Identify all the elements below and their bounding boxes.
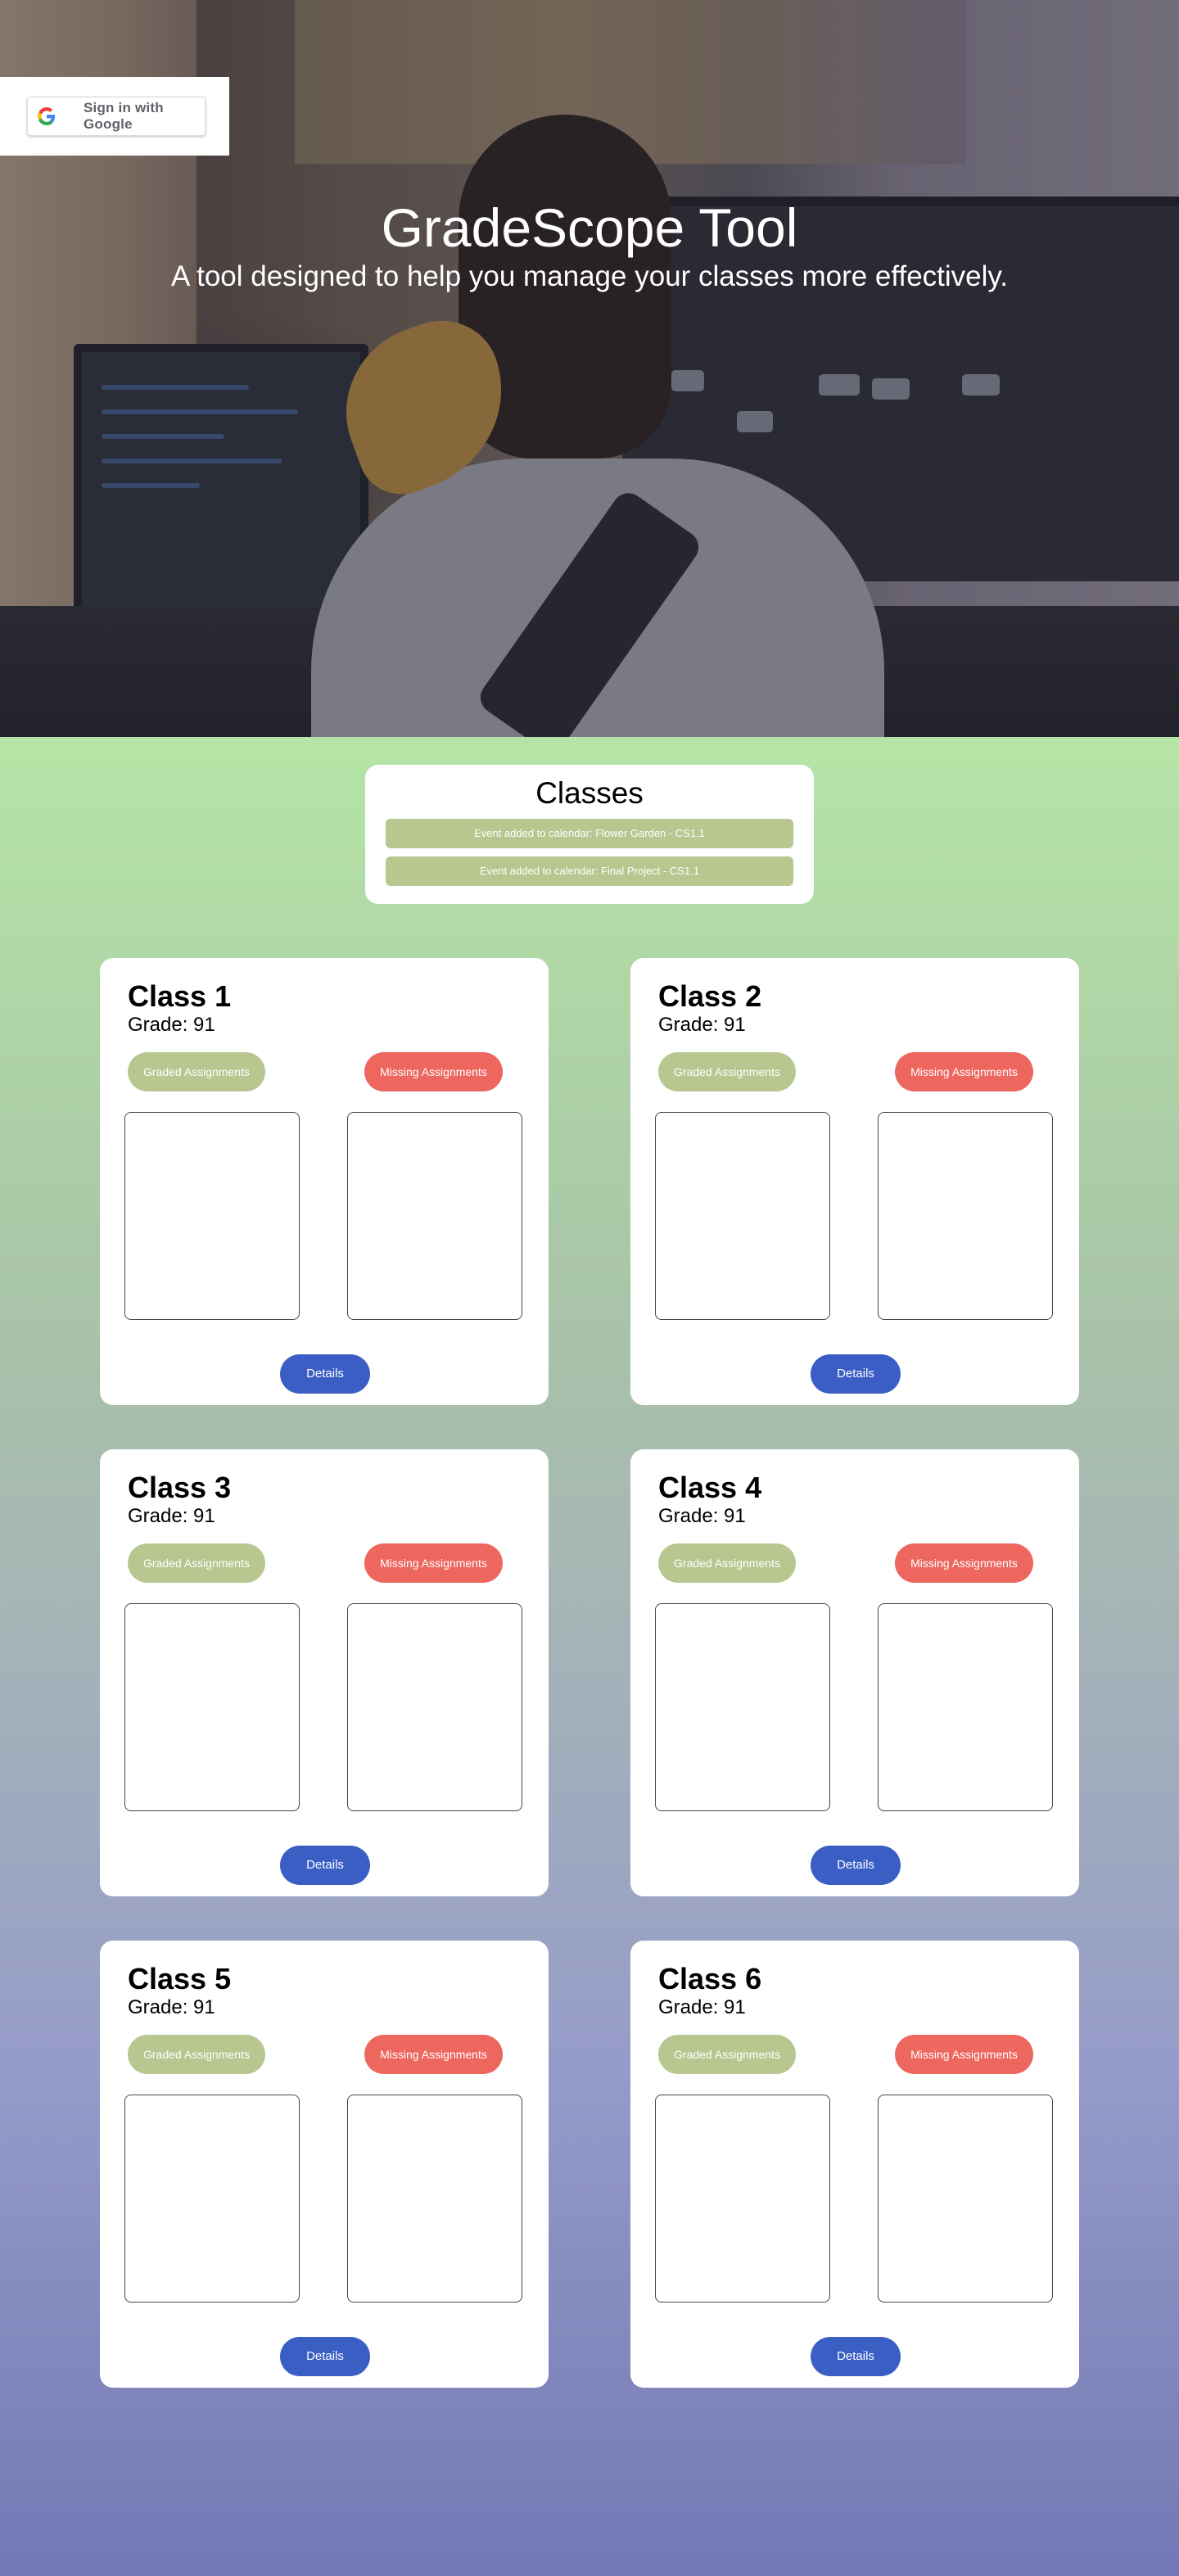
hero-subtitle: A tool designed to help you manage your …: [170, 260, 1009, 292]
google-signin-label: Sign in with Google: [84, 100, 164, 132]
missing-assignments-list: [878, 1603, 1053, 1811]
details-button[interactable]: Details: [811, 1354, 901, 1394]
missing-assignments-button[interactable]: Missing Assignments: [364, 1543, 503, 1583]
graded-assignments-button[interactable]: Graded Assignments: [658, 1543, 796, 1583]
graded-assignments-button[interactable]: Graded Assignments: [128, 1052, 265, 1091]
missing-assignments-list: [347, 2095, 522, 2303]
class-title: Class 2: [658, 979, 762, 1013]
graded-assignments-button[interactable]: Graded Assignments: [128, 1543, 265, 1583]
details-button[interactable]: Details: [811, 1846, 901, 1885]
class-card: Class 5 Grade: 91 Graded Assignments Mis…: [100, 1941, 549, 2388]
graded-assignments-list: [124, 1603, 300, 1811]
main-section: Classes Event added to calendar: Flower …: [0, 737, 1179, 2576]
google-signin-button[interactable]: Sign in with Google: [27, 97, 206, 136]
classes-title: Classes: [535, 776, 644, 810]
graded-assignments-list: [655, 1603, 830, 1811]
details-button[interactable]: Details: [280, 1354, 370, 1394]
classes-panel: Classes Event added to calendar: Flower …: [365, 765, 814, 904]
hero-title: GradeScope Tool: [381, 197, 798, 258]
class-card: Class 4 Grade: 91 Graded Assignments Mis…: [630, 1449, 1079, 1896]
event-notification: Event added to calendar: Flower Garden -…: [386, 819, 793, 848]
class-card: Class 6 Grade: 91 Graded Assignments Mis…: [630, 1941, 1079, 2388]
details-button[interactable]: Details: [811, 2337, 901, 2376]
class-grade: Grade: 91: [658, 1996, 746, 2018]
class-title: Class 6: [658, 1962, 762, 1995]
details-button[interactable]: Details: [280, 2337, 370, 2376]
class-grade: Grade: 91: [658, 1014, 746, 1036]
graded-assignments-list: [655, 1112, 830, 1320]
class-grade: Grade: 91: [128, 1014, 215, 1036]
graded-assignments-button[interactable]: Graded Assignments: [658, 2035, 796, 2074]
graded-assignments-list: [124, 2095, 300, 2303]
missing-assignments-list: [347, 1603, 522, 1811]
missing-assignments-button[interactable]: Missing Assignments: [895, 1543, 1033, 1583]
missing-assignments-list: [347, 1112, 522, 1320]
class-title: Class 1: [128, 979, 232, 1013]
class-card: Class 3 Grade: 91 Graded Assignments Mis…: [100, 1449, 549, 1896]
google-g-icon: [38, 107, 56, 125]
missing-assignments-button[interactable]: Missing Assignments: [895, 1052, 1033, 1091]
hero-banner: Sign in with Google GradeScope Tool A to…: [0, 0, 1179, 737]
missing-assignments-button[interactable]: Missing Assignments: [895, 2035, 1033, 2074]
details-button[interactable]: Details: [280, 1846, 370, 1885]
signin-panel: Sign in with Google: [0, 77, 229, 156]
graded-assignments-list: [655, 2095, 830, 2303]
event-notification: Event added to calendar: Final Project -…: [386, 856, 793, 886]
missing-assignments-list: [878, 1112, 1053, 1320]
class-title: Class 5: [128, 1962, 232, 1995]
class-card: Class 2 Grade: 91 Graded Assignments Mis…: [630, 958, 1079, 1405]
class-grade: Grade: 91: [658, 1505, 746, 1527]
graded-assignments-button[interactable]: Graded Assignments: [128, 2035, 265, 2074]
missing-assignments-button[interactable]: Missing Assignments: [364, 1052, 503, 1091]
missing-assignments-button[interactable]: Missing Assignments: [364, 2035, 503, 2074]
graded-assignments-list: [124, 1112, 300, 1320]
class-title: Class 4: [658, 1471, 762, 1504]
class-card: Class 1 Grade: 91 Graded Assignments Mis…: [100, 958, 549, 1405]
class-grade: Grade: 91: [128, 1996, 215, 2018]
class-grade: Grade: 91: [128, 1505, 215, 1527]
missing-assignments-list: [878, 2095, 1053, 2303]
class-title: Class 3: [128, 1471, 232, 1504]
graded-assignments-button[interactable]: Graded Assignments: [658, 1052, 796, 1091]
